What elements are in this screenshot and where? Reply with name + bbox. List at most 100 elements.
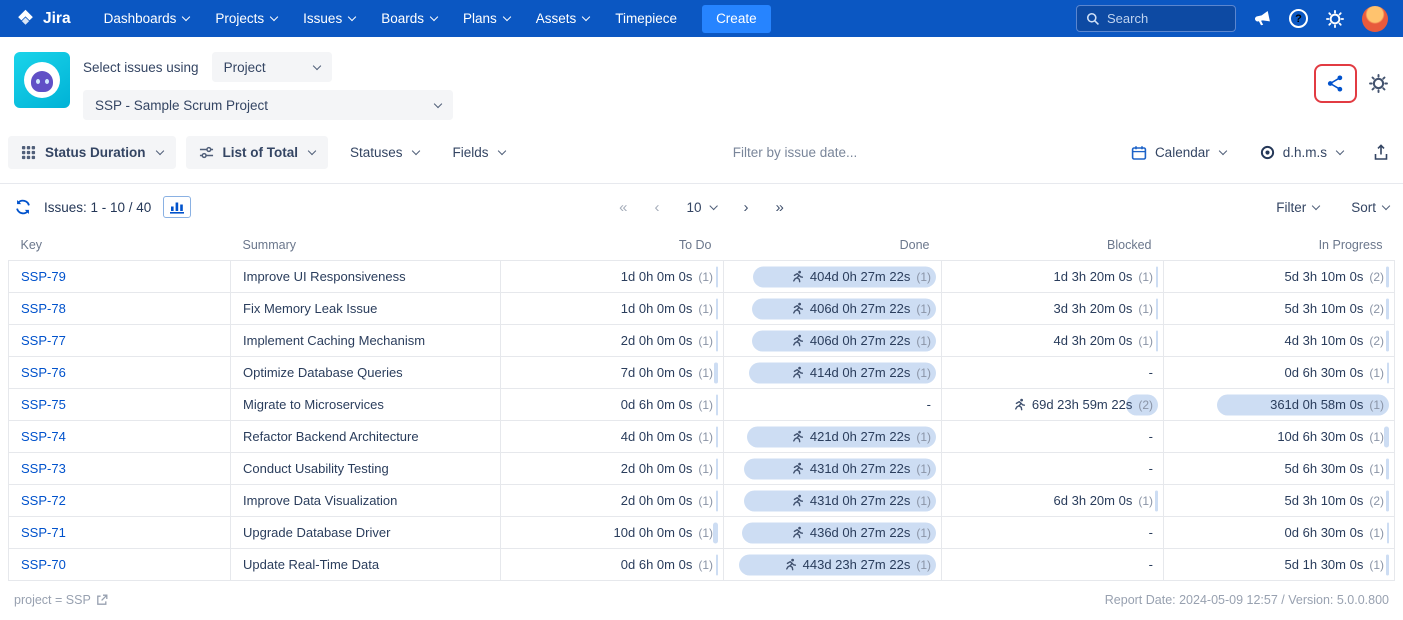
bar-chart-icon <box>169 202 185 217</box>
megaphone-icon <box>1251 7 1274 30</box>
nav-item-timepiece[interactable]: Timepiece <box>602 0 690 37</box>
duration-value: 5d 3h 10m 0s <box>1285 493 1364 508</box>
duration-value: 0d 6h 0m 0s <box>621 557 693 572</box>
duration-bar <box>1156 298 1158 319</box>
jira-logo[interactable]: Jira <box>15 8 71 29</box>
duration-cell-done: 406d 0h 27m 22s(1) <box>724 325 942 357</box>
refresh-button[interactable] <box>14 198 32 216</box>
duration-cell-inprogress: 5d 3h 10m 0s(2) <box>1164 485 1395 517</box>
status-count: (1) <box>1138 302 1153 316</box>
report-type-dropdown[interactable]: Status Duration <box>8 136 176 169</box>
nav-item-assets[interactable]: Assets <box>523 0 603 37</box>
chart-view-button[interactable] <box>163 196 191 218</box>
issue-key-link[interactable]: SSP-77 <box>21 333 66 348</box>
top-nav: Jira DashboardsProjectsIssuesBoards Plans… <box>0 0 1403 37</box>
duration-bar <box>716 266 718 287</box>
duration-bar <box>1384 426 1389 447</box>
nav-item-plans[interactable]: Plans <box>450 0 523 37</box>
duration-cell-todo: 7d 0h 0m 0s(1) <box>501 357 724 389</box>
duration-bar <box>1386 490 1389 511</box>
share-button[interactable] <box>1325 73 1346 94</box>
duration-value: 443d 23h 27m 22s <box>803 557 911 572</box>
sort-dropdown[interactable]: Sort <box>1351 200 1389 215</box>
nav-item-issues[interactable]: Issues <box>290 0 368 37</box>
pagination-right: Filter Sort <box>1276 200 1389 215</box>
duration-bar <box>714 362 718 383</box>
issue-summary: Implement Caching Mechanism <box>231 325 501 357</box>
duration-bar <box>1156 266 1158 287</box>
duration-bar <box>1156 330 1158 351</box>
duration-cell-done: 431d 0h 27m 22s(1) <box>724 485 942 517</box>
issue-key-link[interactable]: SSP-72 <box>21 493 66 508</box>
list-mode-dropdown[interactable]: List of Total <box>186 136 329 169</box>
issue-source-type-dropdown[interactable]: Project <box>212 52 332 82</box>
report-settings-button[interactable] <box>1368 73 1389 94</box>
issue-summary: Update Real-Time Data <box>231 549 501 581</box>
user-avatar[interactable] <box>1362 6 1388 32</box>
share-highlight-annotation <box>1314 64 1357 103</box>
page-size-dropdown[interactable]: 10 <box>686 200 716 215</box>
prev-page-button[interactable]: ‹ <box>654 199 659 216</box>
announcements-button[interactable] <box>1253 9 1272 28</box>
status-count: (1) <box>698 366 713 380</box>
external-link-icon <box>96 594 108 606</box>
nav-item-boards[interactable]: Boards <box>368 0 450 37</box>
issue-key-cell: SSP-70 <box>9 549 231 581</box>
issue-key-link[interactable]: SSP-74 <box>21 429 66 444</box>
chevron-down-icon <box>497 147 505 155</box>
status-count: (1) <box>698 462 713 476</box>
list-mode-value: List of Total <box>223 145 299 160</box>
issue-key-link[interactable]: SSP-79 <box>21 269 66 284</box>
issue-key-link[interactable]: SSP-71 <box>21 525 66 540</box>
filter-dropdown[interactable]: Filter <box>1276 200 1319 215</box>
export-button[interactable] <box>1373 144 1389 161</box>
nav-item-projects[interactable]: Projects <box>202 0 290 37</box>
issue-summary: Upgrade Database Driver <box>231 517 501 549</box>
fields-dropdown[interactable]: Fields <box>441 136 517 169</box>
next-page-button[interactable]: › <box>744 199 749 216</box>
duration-cell-inprogress: 5d 6h 30m 0s(1) <box>1164 453 1395 485</box>
runner-icon <box>791 302 804 315</box>
duration-cell-blocked: - <box>942 421 1164 453</box>
table-row: SSP-75Migrate to Microservices0d 6h 0m 0… <box>9 389 1395 421</box>
status-count: (2) <box>1369 270 1384 284</box>
last-page-button[interactable]: » <box>776 199 784 216</box>
time-format-dropdown[interactable]: d.h.m.s <box>1248 136 1355 169</box>
issue-key-link[interactable]: SSP-73 <box>21 461 66 476</box>
nav-item-label: Plans <box>463 11 497 26</box>
issue-key-link[interactable]: SSP-70 <box>21 557 66 572</box>
issue-key-cell: SSP-76 <box>9 357 231 389</box>
duration-bar <box>1386 554 1389 575</box>
table-row: SSP-73Conduct Usability Testing2d 0h 0m … <box>9 453 1395 485</box>
issue-key-link[interactable]: SSP-75 <box>21 397 66 412</box>
issue-key-link[interactable]: SSP-78 <box>21 301 66 316</box>
project-dropdown[interactable]: SSP - Sample Scrum Project <box>83 90 453 120</box>
nav-item-dashboards[interactable]: Dashboards <box>91 0 203 37</box>
settings-button[interactable] <box>1325 9 1345 29</box>
chevron-down-icon <box>182 13 190 21</box>
duration-value: 5d 3h 10m 0s <box>1285 301 1364 316</box>
chevron-down-icon <box>430 13 438 21</box>
table-header-row: KeySummaryTo DoDoneBlockedIn Progress <box>9 230 1395 261</box>
jql-link[interactable]: project = SSP <box>14 593 108 607</box>
duration-cell-todo: 4d 0h 0m 0s(1) <box>501 421 724 453</box>
create-button[interactable]: Create <box>702 5 771 33</box>
calendar-icon <box>1131 145 1147 161</box>
issue-key-link[interactable]: SSP-76 <box>21 365 66 380</box>
issue-date-filter-input[interactable] <box>733 145 903 160</box>
calendar-dropdown[interactable]: Calendar <box>1119 136 1238 169</box>
duration-cell-blocked: - <box>942 453 1164 485</box>
help-button[interactable]: ? <box>1289 9 1308 28</box>
duration-value: - <box>1149 557 1153 572</box>
nav-item-label: Timepiece <box>615 11 677 26</box>
chevron-down-icon <box>434 99 442 107</box>
duration-value: - <box>1149 365 1153 380</box>
status-count: (1) <box>698 526 713 540</box>
nav-search[interactable] <box>1076 5 1236 32</box>
statuses-dropdown[interactable]: Statuses <box>338 136 431 169</box>
chevron-down-icon <box>270 13 278 21</box>
first-page-button[interactable]: « <box>619 199 627 216</box>
search-input[interactable] <box>1107 11 1226 26</box>
status-count: (1) <box>916 462 931 476</box>
status-count: (1) <box>916 494 931 508</box>
